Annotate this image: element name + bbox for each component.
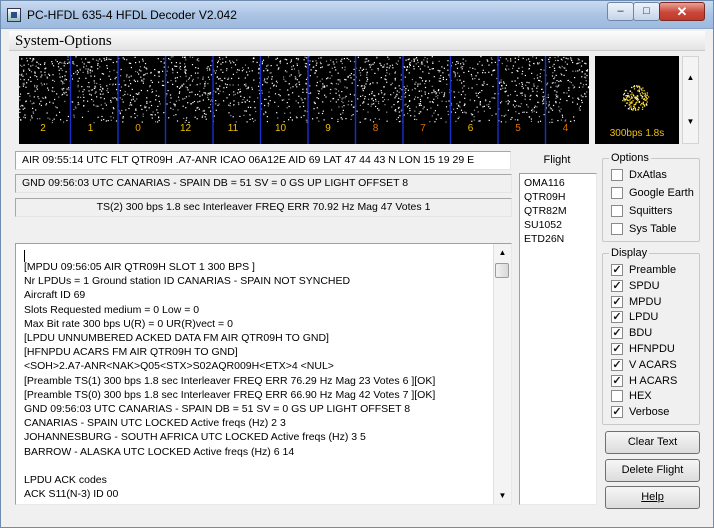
checkbox-label: SPDU <box>629 279 660 292</box>
checkbox-checked-icon[interactable]: ✓ <box>611 295 623 308</box>
checkbox-checked-icon[interactable]: ✓ <box>611 358 623 371</box>
checkbox-label: HEX <box>629 390 652 403</box>
checkbox-checked-icon[interactable]: ✓ <box>611 327 623 340</box>
checkbox-label: LPDU <box>629 311 659 324</box>
checkbox-checked-icon[interactable]: ✓ <box>611 264 623 276</box>
flight-list-item[interactable]: ETD26N <box>524 233 564 245</box>
minimize-button[interactable]: – <box>607 2 634 21</box>
channel-label: 4 <box>562 123 569 134</box>
checkbox-checked-icon[interactable]: ✓ <box>611 406 623 419</box>
ts-status-field: TS(2) 300 bps 1.8 sec Interleaver FREQ E… <box>15 198 512 217</box>
close-button[interactable]: ✕ <box>659 2 705 21</box>
checkbox-label: H ACARS <box>629 374 678 387</box>
checkbox-label: V ACARS <box>629 358 677 371</box>
delete-flight-button[interactable]: Delete Flight <box>605 459 700 482</box>
checkbox-label: Squitters <box>629 205 673 217</box>
log-line: GND 09:56:03 UTC CANARIAS - SPAIN DB = 5… <box>24 403 411 415</box>
checkbox-label: MPDU <box>629 295 662 308</box>
scope-caption: 300bps 1.8s <box>609 128 665 139</box>
channel-label: 7 <box>420 123 426 134</box>
log-line: <SOH>2.A7-ANR<NAK>Q05<STX>S02AQR009H<ETX… <box>24 360 334 373</box>
checkbox-label: DxAtlas <box>629 169 667 181</box>
checkbox-label: Google Earth <box>629 187 694 199</box>
checkbox-label: Sys Table <box>629 223 677 235</box>
checkbox-label: BDU <box>629 327 653 340</box>
flight-list-item[interactable]: QTR82M <box>524 205 567 217</box>
log-line: [HFNPDU ACARS FM AIR QTR09H TO GND] <box>24 346 238 359</box>
title-bar[interactable]: PC-HFDL 635-4 HFDL Decoder V2.042 – □ ✕ <box>1 1 713 29</box>
channel-labels: 2 1 0 12 11 10 9 8 7 6 5 4 <box>19 123 589 139</box>
channel-label: 9 <box>325 123 331 134</box>
log-line: [Preamble TS(1) 300 bps 1.8 sec Interlea… <box>24 374 436 387</box>
flight-list[interactable]: OMA116 QTR09H QTR82M SU1052 ETD26N <box>519 173 597 505</box>
log-line: LPDU ACK codes <box>24 474 107 486</box>
display-group: Display ✓ Preamble ✓ SPDU ✓ MPDU ✓ LPDU ✓ BDU ✓ HFN… <box>602 247 700 425</box>
log-line: JOHANNESBURG - SOUTH AFRICA UTC LOCKED A… <box>24 431 366 444</box>
checkbox-icon[interactable] <box>611 223 623 235</box>
log-line: Nr LPDUs = 1 Ground station ID CANARIAS … <box>24 275 351 288</box>
checkbox-label: HFNPDU <box>629 343 675 355</box>
channel-label: 1 <box>87 123 94 134</box>
checkbox-label: Preamble <box>629 264 677 276</box>
gnd-status-field: GND 09:56:03 UTC CANARIAS - SPAIN DB = 5… <box>15 174 512 193</box>
scroll-up-arrow-icon[interactable]: ▲ <box>683 57 698 99</box>
scroll-down-arrow-icon[interactable]: ▼ <box>683 101 698 143</box>
checkbox-checked-icon[interactable]: ✓ <box>611 343 623 355</box>
log-scroll-thumb[interactable] <box>495 263 509 278</box>
help-button[interactable]: Help <box>605 486 700 509</box>
air-status-field: AIR 09:55:14 UTC FLT QTR09H .A7-ANR ICAO… <box>15 151 511 170</box>
log-line: Slots Requested medium = 0 Low = 0 <box>24 303 200 316</box>
channel-label: 10 <box>274 123 287 134</box>
checkbox-label: Verbose <box>629 406 670 419</box>
channel-label: 6 <box>467 123 474 134</box>
channel-label: 2 <box>40 123 46 134</box>
log-scroll-up-icon[interactable]: ▲ <box>494 244 511 261</box>
log-line: CANARIAS - SPAIN UTC LOCKED Active freqs… <box>24 417 286 430</box>
log-line: Aircraft ID 69 <box>24 289 86 302</box>
log-line: [LPDU UNNUMBERED ACKED DATA FM AIR QTR09… <box>24 332 329 344</box>
checkbox-icon[interactable] <box>611 390 623 403</box>
flight-list-item[interactable]: OMA116 <box>524 177 565 189</box>
checkbox-icon[interactable] <box>611 187 623 199</box>
checkbox-checked-icon[interactable]: ✓ <box>611 279 623 292</box>
flight-list-item[interactable]: SU1052 <box>524 219 562 231</box>
window-title: PC-HFDL 635-4 HFDL Decoder V2.042 <box>27 8 237 22</box>
options-group: Options DxAtlas Google Earth Squitters Sys … <box>602 152 700 242</box>
log-line: [MPDU 09:56:05 AIR QTR09H SLOT 1 300 BPS… <box>24 261 255 273</box>
channel-label: 8 <box>372 123 379 134</box>
channel-label: 12 <box>179 123 192 134</box>
checkbox-icon[interactable] <box>611 169 623 181</box>
channel-label: 11 <box>227 123 239 134</box>
log-scroll-down-icon[interactable]: ▼ <box>494 487 511 504</box>
flight-list-item[interactable]: QTR09H <box>524 191 565 203</box>
app-window: PC-HFDL 635-4 HFDL Decoder V2.042 – □ ✕ … <box>0 0 714 528</box>
log-line: [Preamble TS(0) 300 bps 1.8 sec Interlea… <box>24 388 436 401</box>
clear-text-button[interactable]: Clear Text <box>605 431 700 454</box>
checkbox-checked-icon[interactable]: ✓ <box>611 311 623 324</box>
display-title: Display <box>609 247 650 259</box>
app-icon <box>7 8 21 22</box>
flight-header: Flight <box>543 154 571 166</box>
message-log[interactable]: [MPDU 09:56:05 AIR QTR09H SLOT 1 300 BPS… <box>15 243 512 505</box>
maximize-button[interactable]: □ <box>633 2 660 21</box>
log-line: ACK S11(N-3) ID 00 <box>24 488 119 501</box>
spectrum-scroll[interactable]: ▲ ▼ <box>682 56 699 144</box>
options-title: Options <box>609 152 651 164</box>
checkbox-icon[interactable] <box>611 205 623 217</box>
menu-bar: System-Options <box>9 31 705 51</box>
log-line: Max Bit rate 300 bps U(R) = 0 UR(R)vect … <box>24 317 233 330</box>
constellation-scope: 300bps 1.8s <box>595 56 679 144</box>
channel-label: 0 <box>135 123 141 134</box>
log-line: BARROW - ALASKA UTC LOCKED Active freqs … <box>24 445 295 458</box>
channel-label: 5 <box>515 123 521 134</box>
log-scrollbar[interactable]: ▲ ▼ <box>493 244 511 504</box>
menu-system-options[interactable]: System-Options <box>15 33 112 50</box>
checkbox-checked-icon[interactable]: ✓ <box>611 374 623 387</box>
